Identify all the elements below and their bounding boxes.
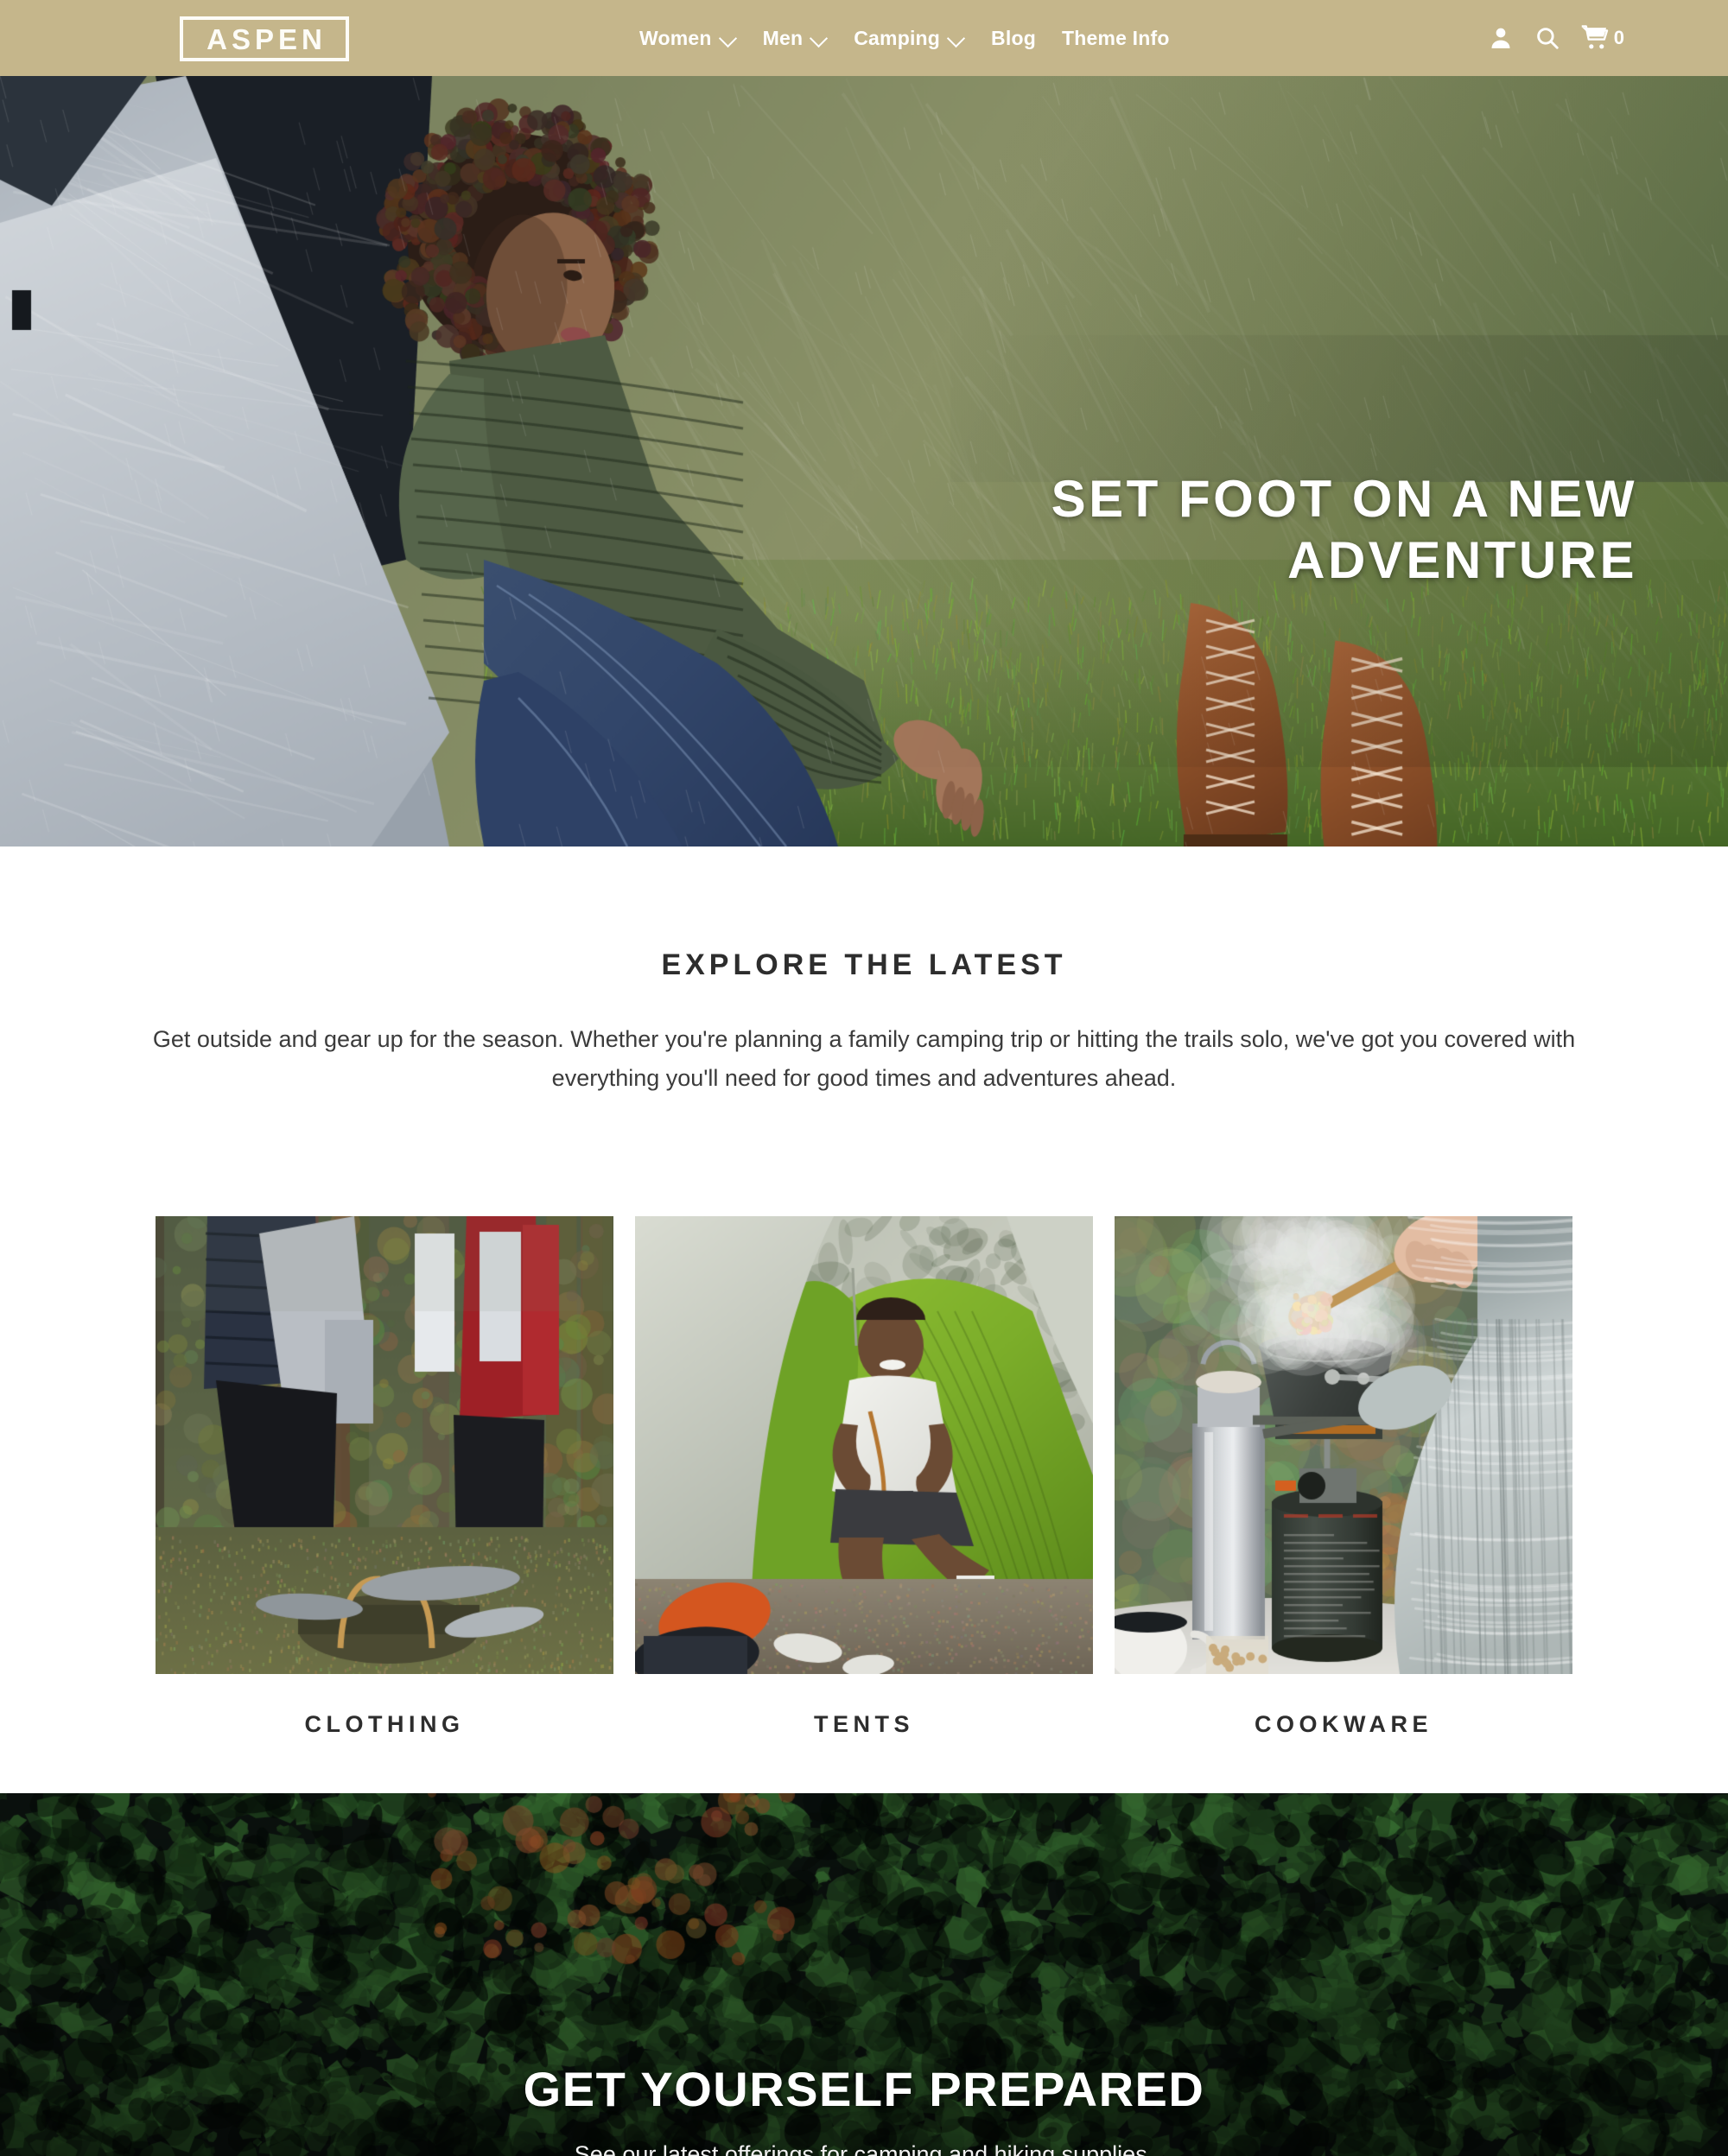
nav-label: Men bbox=[762, 26, 804, 49]
account-icon[interactable] bbox=[1488, 25, 1514, 51]
nav-label: Camping bbox=[854, 26, 941, 49]
hero-banner: SET FOOT ON A NEW ADVENTURE bbox=[0, 76, 1728, 847]
prepared-banner-content: GET YOURSELF PREPARED See our latest off… bbox=[0, 1793, 1728, 2156]
nav-item-blog[interactable]: Blog bbox=[991, 27, 1036, 50]
header-icon-group: 0 bbox=[1488, 0, 1624, 76]
clothing-photo bbox=[156, 1216, 613, 1675]
search-icon[interactable] bbox=[1534, 25, 1560, 51]
hero-title-wrap: SET FOOT ON A NEW ADVENTURE bbox=[860, 469, 1637, 592]
cookware-photo bbox=[1115, 1216, 1572, 1675]
category-card-cookware[interactable]: COOKWARE bbox=[1115, 1216, 1572, 1738]
category-image-tents[interactable] bbox=[635, 1216, 1093, 1675]
chevron-down-icon bbox=[948, 29, 965, 47]
tents-photo bbox=[635, 1216, 1093, 1675]
prepared-subtitle: See our latest offerings for camping and… bbox=[574, 2141, 1154, 2156]
category-label-cookware: COOKWARE bbox=[1255, 1711, 1433, 1738]
nav-item-women[interactable]: Women bbox=[639, 27, 737, 50]
nav-item-theme-info[interactable]: Theme Info bbox=[1062, 27, 1170, 50]
category-grid: CLOTHING TENTS COOKWARE bbox=[156, 1216, 1572, 1738]
category-image-cookware[interactable] bbox=[1115, 1216, 1572, 1675]
nav-item-men[interactable]: Men bbox=[763, 27, 829, 50]
prepared-banner: GET YOURSELF PREPARED See our latest off… bbox=[0, 1793, 1728, 2156]
explore-section: EXPLORE THE LATEST Get outside and gear … bbox=[0, 847, 1728, 1739]
nav-item-camping[interactable]: Camping bbox=[854, 27, 965, 50]
category-card-clothing[interactable]: CLOTHING bbox=[156, 1216, 613, 1738]
explore-title: EXPLORE THE LATEST bbox=[661, 948, 1067, 981]
site-header: ASPEN Women Men Camping Blog Theme Info bbox=[0, 0, 1728, 76]
nav-label: Theme Info bbox=[1061, 26, 1170, 49]
prepared-title: GET YOURSELF PREPARED bbox=[523, 2062, 1205, 2116]
category-image-clothing[interactable] bbox=[156, 1216, 613, 1675]
chevron-down-icon bbox=[810, 29, 828, 47]
nav-label: Blog bbox=[991, 26, 1036, 49]
category-card-tents[interactable]: TENTS bbox=[635, 1216, 1093, 1738]
hero-title: SET FOOT ON A NEW ADVENTURE bbox=[1051, 470, 1637, 589]
logo-text: ASPEN bbox=[206, 22, 327, 55]
explore-body: Get outside and gear up for the season. … bbox=[152, 1026, 1576, 1091]
chevron-down-icon bbox=[720, 29, 737, 47]
category-label-tents: TENTS bbox=[813, 1711, 914, 1738]
category-label-clothing: CLOTHING bbox=[304, 1711, 465, 1738]
cart-count: 0 bbox=[1613, 27, 1624, 48]
main-navigation: Women Men Camping Blog Theme Info bbox=[639, 0, 1170, 76]
cart-icon[interactable]: 0 bbox=[1581, 25, 1624, 51]
nav-label: Women bbox=[639, 26, 712, 49]
logo[interactable]: ASPEN bbox=[180, 16, 349, 61]
hero-image bbox=[0, 76, 1728, 847]
